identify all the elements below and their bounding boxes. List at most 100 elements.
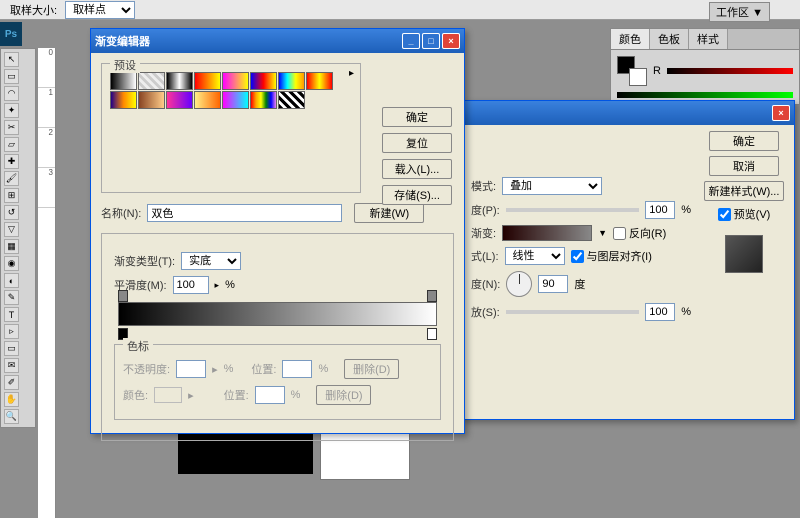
options-bar: 取样大小: 取样点	[0, 0, 800, 20]
tool-shape[interactable]: ▭	[4, 341, 19, 356]
tool-hand[interactable]: ✋	[4, 392, 19, 407]
tool-move[interactable]: ↖	[4, 52, 19, 67]
tool-eraser[interactable]: ▽	[4, 222, 19, 237]
tool-pen[interactable]: ✎	[4, 290, 19, 305]
load-button[interactable]: 载入(L)...	[382, 159, 452, 179]
stop-pos2-input	[255, 386, 285, 404]
reset-button[interactable]: 复位	[382, 133, 452, 153]
ls-newstyle-button[interactable]: 新建样式(W)...	[704, 181, 784, 201]
color-stop[interactable]	[427, 328, 437, 340]
opacity-input[interactable]	[645, 201, 675, 219]
gradient-picker[interactable]	[502, 225, 592, 241]
tool-dodge[interactable]: ◐	[4, 273, 19, 288]
tool-blur[interactable]: ◉	[4, 256, 19, 271]
gradient-editor-titlebar[interactable]: 渐变编辑器 _ □ ×	[91, 29, 464, 53]
opacity-stop[interactable]	[118, 290, 128, 302]
preset-swatch[interactable]	[250, 72, 277, 90]
preset-swatch[interactable]	[138, 91, 165, 109]
type-select[interactable]: 实底	[181, 252, 241, 270]
preset-swatch[interactable]	[138, 72, 165, 90]
preset-swatch[interactable]	[166, 91, 193, 109]
ls-preview-thumb	[725, 235, 763, 273]
type-label: 渐变类型(T):	[114, 253, 175, 269]
tool-gradient[interactable]: ▦	[4, 239, 19, 254]
preset-swatch[interactable]	[250, 91, 277, 109]
tool-brush[interactable]: 🖌	[4, 171, 19, 186]
opacity-stop[interactable]	[427, 290, 437, 302]
tool-type[interactable]: T	[4, 307, 19, 322]
color-panel: 颜色 色板 样式 R	[610, 28, 800, 105]
preset-swatch[interactable]	[194, 91, 221, 109]
ok-button[interactable]: 确定	[382, 107, 452, 127]
preset-grid	[110, 72, 352, 109]
tool-eyedrop[interactable]: ✐	[4, 375, 19, 390]
gradient-bar[interactable]	[118, 302, 437, 326]
stop-opacity-input	[176, 360, 206, 378]
smooth-input[interactable]	[173, 276, 209, 294]
tool-stamp[interactable]: ⊞	[4, 188, 19, 203]
stop-pos-input	[282, 360, 312, 378]
tool-slice[interactable]: ▱	[4, 137, 19, 152]
preset-swatch[interactable]	[306, 72, 333, 90]
dialog-title: 渐变编辑器	[95, 33, 150, 49]
tab-color[interactable]: 颜色	[611, 29, 650, 49]
tool-heal[interactable]: ✚	[4, 154, 19, 169]
angle-dial[interactable]	[506, 271, 532, 297]
ls-cancel-button[interactable]: 取消	[709, 156, 779, 176]
preset-swatch[interactable]	[278, 91, 305, 109]
preset-swatch[interactable]	[222, 72, 249, 90]
preset-menu-icon[interactable]: ▸	[349, 68, 354, 79]
delete-stop-button: 删除(D)	[344, 359, 399, 379]
scale-slider[interactable]	[506, 310, 639, 314]
preset-legend: 预设	[110, 57, 140, 73]
preset-swatch[interactable]	[110, 91, 137, 109]
tool-wand[interactable]: ✦	[4, 103, 19, 118]
tab-styles[interactable]: 样式	[689, 29, 728, 49]
tool-crop[interactable]: ✂	[4, 120, 19, 135]
preset-swatch[interactable]	[222, 91, 249, 109]
grad-style-select[interactable]: 线性	[505, 247, 565, 265]
stops-legend: 色标	[123, 338, 153, 354]
tool-path[interactable]: ▹	[4, 324, 19, 339]
app-icon: Ps	[0, 22, 22, 46]
scale-input[interactable]	[645, 303, 675, 321]
r-slider[interactable]	[667, 68, 793, 74]
layer-style-titlebar[interactable]: ×	[461, 101, 794, 125]
gradient-editor-dialog: 渐变编辑器 _ □ × 确定 复位 载入(L)... 存储(S)... 预设 ▸	[90, 28, 465, 434]
opacity-slider[interactable]	[506, 208, 639, 212]
layer-style-dialog: × 确定 取消 新建样式(W)... 预览(V) 模式:叠加 度(P):% 渐变…	[460, 100, 795, 420]
delete-stop2-button: 删除(D)	[316, 385, 371, 405]
close-icon[interactable]: ×	[442, 33, 460, 49]
sample-size-select[interactable]: 取样点	[65, 1, 135, 19]
tool-notes[interactable]: ✉	[4, 358, 19, 373]
reverse-check[interactable]: 反向(R)	[613, 225, 666, 241]
save-button[interactable]: 存储(S)...	[382, 185, 452, 205]
tool-history[interactable]: ↺	[4, 205, 19, 220]
sample-size-label: 取样大小:	[10, 2, 57, 18]
new-button[interactable]: 新建(W)	[354, 203, 424, 223]
stop-color-swatch	[154, 387, 182, 403]
tool-marquee[interactable]: ▭	[4, 69, 19, 84]
preset-swatch[interactable]	[278, 72, 305, 90]
tool-zoom[interactable]: 🔍	[4, 409, 19, 424]
preset-swatch[interactable]	[194, 72, 221, 90]
tool-lasso[interactable]: ◠	[4, 86, 19, 101]
r-label: R	[653, 65, 661, 77]
maximize-icon[interactable]: □	[422, 33, 440, 49]
workspace-dropdown[interactable]: 工作区 ▼	[709, 2, 770, 22]
preset-swatch[interactable]	[166, 72, 193, 90]
ls-preview-check[interactable]: 预览(V)	[718, 206, 771, 222]
close-icon[interactable]: ×	[772, 105, 790, 121]
minimize-icon[interactable]: _	[402, 33, 420, 49]
fg-bg-swatch[interactable]	[617, 56, 647, 86]
name-input[interactable]	[147, 204, 342, 222]
tools-panel: ↖ ▭ ◠ ✦ ✂ ▱ ✚ 🖌 ⊞ ↺ ▽ ▦ ◉ ◐ ✎ T ▹ ▭ ✉ ✐ ✋ 🔍	[0, 48, 36, 428]
preset-swatch[interactable]	[110, 72, 137, 90]
ls-ok-button[interactable]: 确定	[709, 131, 779, 151]
g-slider[interactable]	[617, 92, 793, 98]
angle-input[interactable]	[538, 275, 568, 293]
name-label: 名称(N):	[101, 205, 141, 221]
tab-swatches[interactable]: 色板	[650, 29, 689, 49]
blend-mode-select[interactable]: 叠加	[502, 177, 602, 195]
align-check[interactable]: 与图层对齐(I)	[571, 248, 652, 264]
